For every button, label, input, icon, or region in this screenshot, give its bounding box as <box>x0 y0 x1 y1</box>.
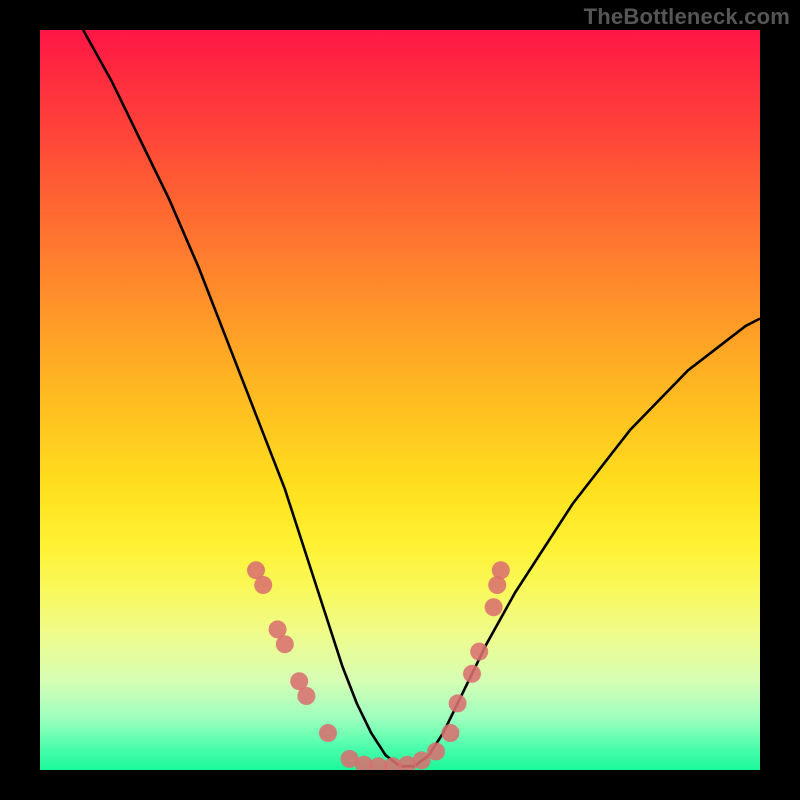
plot-area <box>40 30 760 770</box>
marker-dot <box>276 635 294 653</box>
chart-svg <box>40 30 760 770</box>
watermark-text: TheBottleneck.com <box>584 4 790 30</box>
marker-dot <box>485 598 503 616</box>
chart-frame: TheBottleneck.com <box>0 0 800 800</box>
marker-dot <box>449 694 467 712</box>
marker-dot <box>297 687 315 705</box>
marker-dot <box>427 743 445 761</box>
marker-dot <box>254 576 272 594</box>
marker-dot <box>441 724 459 742</box>
bottleneck-curve <box>83 30 760 766</box>
marker-dot <box>492 561 510 579</box>
marker-dot <box>463 665 481 683</box>
marker-dot <box>470 643 488 661</box>
marker-dot <box>319 724 337 742</box>
curve-markers <box>247 561 510 770</box>
